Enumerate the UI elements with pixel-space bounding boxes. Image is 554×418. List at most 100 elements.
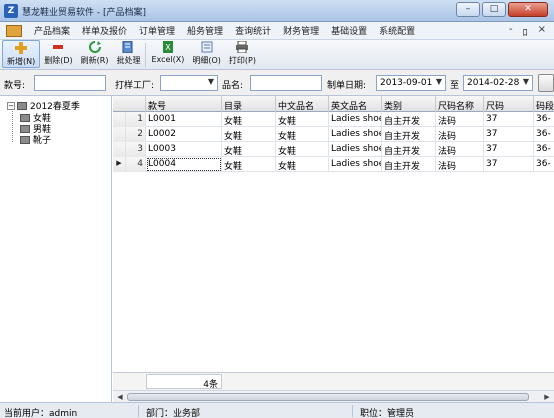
factory-label: 打样工厂: (115, 81, 155, 91)
cell-catalog[interactable]: 女鞋 (222, 127, 276, 142)
menu-shipping[interactable]: 船务管理 (181, 24, 229, 37)
table-row[interactable]: 2 L0002 女鞋 女鞋 Ladies shoes 自主开发 法码 37 36… (113, 127, 554, 142)
cell-size[interactable]: 37 (484, 157, 534, 172)
chevron-down-icon: ▼ (207, 77, 214, 86)
cell-size-name[interactable]: 法码 (436, 142, 484, 157)
detail-button[interactable]: 明细(O) (188, 40, 225, 68)
cell-size-range[interactable]: 36- (534, 157, 554, 172)
table-row[interactable]: 1 L0001 女鞋 女鞋 Ladies shoes 自主开发 法码 37 36… (113, 112, 554, 127)
batch-icon (122, 41, 133, 53)
cell-catalog[interactable]: 女鞋 (222, 142, 276, 157)
row-number: 3 (126, 142, 146, 157)
menu-product-archive[interactable]: 产品档案 (28, 24, 76, 37)
cell-size-range[interactable]: 36- (534, 127, 554, 142)
mdi-restore-button[interactable]: ﾛ (523, 24, 528, 39)
cell-en-name[interactable]: Ladies shoes (329, 127, 382, 142)
excel-button[interactable]: X Excel(X) (147, 40, 188, 68)
column-header[interactable]: 款号 (146, 96, 222, 112)
cell-size[interactable]: 37 (484, 112, 534, 127)
scrollbar-thumb[interactable] (127, 393, 529, 401)
cell-category[interactable]: 自主开发 (382, 157, 436, 172)
detail-button-label: 明细(O) (192, 56, 221, 65)
delete-button[interactable]: 删除(D) (40, 40, 76, 68)
cell-size[interactable]: 37 (484, 142, 534, 157)
menu-orders[interactable]: 订单管理 (133, 24, 181, 37)
cell-size-range[interactable]: 36- (534, 142, 554, 157)
batch-button-label: 批处理 (116, 56, 141, 65)
print-button-label: 打印(P) (228, 56, 256, 65)
cell-style-no[interactable]: L0001 (146, 112, 222, 127)
cell-style-no[interactable]: L0003 (146, 142, 222, 157)
current-row-indicator: ▶ (113, 157, 126, 172)
cell-category[interactable]: 自主开发 (382, 142, 436, 157)
collapse-icon[interactable]: − (7, 101, 15, 110)
cell-en-name[interactable]: Ladies shoes (329, 112, 382, 127)
cell-style-no[interactable]: L0002 (146, 127, 222, 142)
cell-en-name[interactable]: Ladies shoes (329, 142, 382, 157)
cell-cn-name[interactable]: 女鞋 (276, 127, 329, 142)
cell-cn-name[interactable]: 女鞋 (276, 157, 329, 172)
menu-system-config[interactable]: 系统配置 (373, 24, 421, 37)
delete-button-label: 删除(D) (44, 56, 73, 65)
filter-bar: 款号: 打样工厂: ▼ 品名: 制单日期: 2013-09-01 ▼ 至 201… (0, 70, 554, 96)
name-input[interactable] (250, 75, 322, 91)
batch-button[interactable]: 批处理 (112, 40, 144, 68)
cell-cn-name[interactable]: 女鞋 (276, 142, 329, 157)
menu-basic-settings[interactable]: 基础设置 (325, 24, 373, 37)
factory-select[interactable]: ▼ (160, 75, 218, 91)
tree-node-boots[interactable]: 靴子 (20, 133, 51, 146)
printer-icon (236, 41, 249, 53)
column-header[interactable]: 中文品名 (276, 96, 329, 112)
column-header[interactable]: 码段 (534, 96, 554, 112)
query-button[interactable] (538, 74, 554, 92)
mdi-close-button[interactable]: × (538, 24, 546, 39)
cell-style-no[interactable]: L0004 (146, 157, 222, 172)
tree-connector (12, 108, 13, 142)
status-position: 职位：管理员 (360, 409, 415, 418)
table-row[interactable]: 3 L0003 女鞋 女鞋 Ladies shoes 自主开发 法码 37 36… (113, 142, 554, 157)
cell-cn-name[interactable]: 女鞋 (276, 112, 329, 127)
cell-catalog[interactable]: 女鞋 (222, 157, 276, 172)
date-label: 制单日期: (327, 81, 367, 91)
date-to-picker[interactable]: 2014-02-28 ▼ (463, 75, 533, 91)
cell-size-name[interactable]: 法码 (436, 127, 484, 142)
cell-catalog[interactable]: 女鞋 (222, 112, 276, 127)
window-title: 慧龙鞋业贸易软件 - [产品档案] (22, 8, 146, 18)
detail-icon (201, 41, 213, 53)
style-no-input[interactable] (34, 75, 106, 91)
column-header[interactable]: 尺码名称 (436, 96, 484, 112)
refresh-button[interactable]: 刷新(R) (77, 40, 113, 68)
scroll-right-icon[interactable]: ▶ (542, 392, 552, 402)
horizontal-scrollbar[interactable]: ◀ ▶ (113, 390, 554, 402)
close-button[interactable]: ✕ (508, 2, 548, 17)
column-header[interactable]: 目录 (222, 96, 276, 112)
date-from-value: 2013-09-01 (380, 78, 433, 88)
cell-category[interactable]: 自主开发 (382, 112, 436, 127)
chevron-down-icon: ▼ (435, 77, 442, 86)
main-area: − 2012春夏季 女鞋 男鞋 靴子 款号 目录 中文品名 英文品名 类别 尺码… (0, 96, 554, 402)
cell-category[interactable]: 自主开发 (382, 127, 436, 142)
grid-header: 款号 目录 中文品名 英文品名 类别 尺码名称 尺码 码段 (113, 96, 554, 112)
mdi-minimize-button[interactable]: - (509, 24, 513, 39)
table-row[interactable]: ▶ 4 L0004 女鞋 女鞋 Ladies shoes 自主开发 法码 37 … (113, 157, 554, 172)
date-from-picker[interactable]: 2013-09-01 ▼ (376, 75, 446, 91)
cell-size-name[interactable]: 法码 (436, 157, 484, 172)
document-menu-icon[interactable] (6, 24, 22, 37)
column-header[interactable]: 尺码 (484, 96, 534, 112)
column-header[interactable]: 类别 (382, 96, 436, 112)
folder-icon (20, 135, 30, 144)
toolbar: 新增(N) 删除(D) 刷新(R) 批处理 X Excel(X) 明细(O) 打… (0, 40, 554, 70)
add-button[interactable]: 新增(N) (2, 40, 41, 68)
minimize-button[interactable]: – (456, 2, 480, 17)
maximize-button[interactable]: □ (482, 2, 506, 17)
print-button[interactable]: 打印(P) (225, 40, 260, 68)
cell-size[interactable]: 37 (484, 127, 534, 142)
menu-samples-quotes[interactable]: 样单及报价 (76, 24, 133, 37)
scroll-left-icon[interactable]: ◀ (115, 392, 125, 402)
column-header[interactable]: 英文品名 (329, 96, 382, 112)
menu-finance[interactable]: 财务管理 (277, 24, 325, 37)
cell-size-range[interactable]: 36- (534, 112, 554, 127)
menu-reports[interactable]: 查询统计 (229, 24, 277, 37)
cell-size-name[interactable]: 法码 (436, 112, 484, 127)
cell-en-name[interactable]: Ladies shoes (329, 157, 382, 172)
